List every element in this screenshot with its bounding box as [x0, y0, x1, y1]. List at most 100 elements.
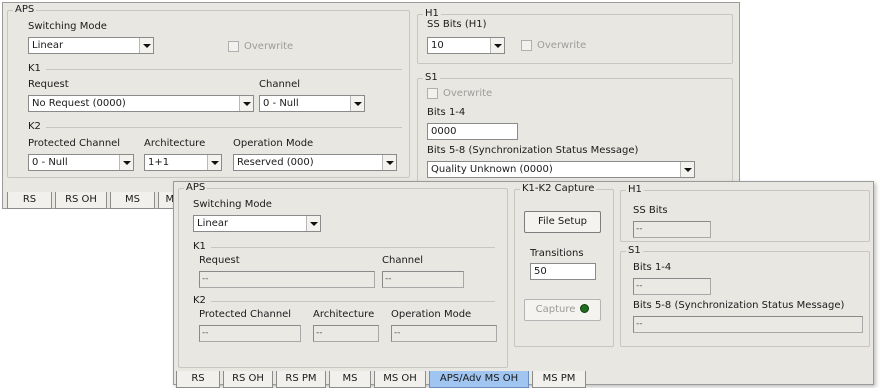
tab-ms-oh[interactable]: MS OH [374, 371, 426, 388]
architecture-select[interactable]: 1+1 [144, 154, 222, 171]
overwrite-checkbox[interactable] [521, 40, 532, 51]
front-tab-strip: RS RS OH RS PM MS MS OH APS/Adv MS OH MS… [176, 371, 596, 388]
switching-mode-select[interactable]: Linear [28, 37, 154, 54]
channel-field: -- [382, 271, 464, 288]
k1-k2-capture-group: K1-K2 Capture File Setup Transitions 50 … [514, 183, 614, 347]
switching-mode-value: Linear [197, 218, 229, 229]
channel-value: 0 - Null [263, 98, 299, 109]
chevron-down-icon[interactable] [490, 38, 504, 53]
chevron-down-icon[interactable] [119, 155, 133, 170]
request-value: -- [202, 274, 209, 284]
capture-label: Capture [535, 304, 576, 315]
channel-select[interactable]: 0 - Null [259, 95, 365, 112]
aps-group: APS Switching Mode Linear K1 Request -- … [178, 182, 508, 368]
architecture-label: Architecture [144, 138, 206, 149]
overwrite-label: Overwrite [443, 88, 493, 99]
architecture-value: -- [316, 328, 323, 338]
tab-rs[interactable]: RS [176, 371, 220, 388]
request-label: Request [28, 79, 69, 90]
overwrite-label: Overwrite [244, 41, 294, 52]
tab-rs-oh[interactable]: RS OH [223, 371, 273, 388]
bits-5-8-select[interactable]: Quality Unknown (0000) [427, 161, 695, 178]
chevron-down-icon[interactable] [680, 162, 694, 177]
k2-label: K2 [28, 121, 41, 132]
chevron-down-icon[interactable] [382, 155, 396, 170]
switching-mode-label: Switching Mode [28, 21, 107, 32]
bits-1-4-label: Bits 1-4 [427, 107, 466, 118]
switching-mode-select[interactable]: Linear [193, 215, 321, 232]
architecture-label: Architecture [313, 309, 375, 320]
transitions-input[interactable]: 50 [530, 263, 596, 280]
bits-5-8-label: Bits 5-8 (Synchronization Status Message… [633, 300, 845, 311]
channel-label: Channel [382, 255, 424, 266]
operation-mode-value: -- [394, 328, 401, 338]
ss-bits-label: SS Bits (H1) [427, 19, 487, 30]
k1-label: K1 [193, 241, 206, 252]
ss-bits-field: -- [633, 221, 711, 238]
bits-1-4-value: -- [636, 281, 643, 291]
switching-mode-label: Switching Mode [193, 199, 272, 210]
chevron-down-icon[interactable] [207, 155, 221, 170]
ss-bits-label: SS Bits [633, 205, 668, 216]
request-select[interactable]: No Request (0000) [28, 95, 254, 112]
overwrite-checkbox[interactable] [427, 88, 438, 99]
overwrite-label: Overwrite [537, 40, 587, 51]
bits-1-4-value: 0000 [431, 126, 457, 137]
k1-divider [46, 69, 402, 70]
k2-divider [46, 127, 402, 128]
ss-bits-value: 10 [431, 40, 444, 51]
chevron-down-icon[interactable] [239, 96, 253, 111]
operation-mode-select[interactable]: Reserved (000) [233, 154, 397, 171]
status-led-icon [580, 304, 590, 313]
chevron-down-icon[interactable] [350, 96, 364, 111]
transitions-value: 50 [534, 266, 547, 277]
h1-group-title: H1 [626, 184, 644, 196]
capture-button[interactable]: Capture [524, 299, 601, 321]
architecture-field: -- [313, 325, 379, 342]
ss-bits-select[interactable]: 10 [427, 37, 505, 54]
channel-value: -- [385, 274, 392, 284]
tab-rs-oh[interactable]: RS OH [55, 192, 107, 209]
tab-rs-pm[interactable]: RS PM [276, 371, 326, 388]
protected-channel-field: -- [199, 325, 301, 342]
ss-bits-value: -- [636, 224, 643, 234]
bits-1-4-field: -- [633, 278, 711, 295]
channel-label: Channel [259, 79, 301, 90]
chevron-down-icon[interactable] [306, 216, 320, 231]
back-tab-strip: RS RS OH MS MS [6, 192, 188, 209]
chevron-down-icon[interactable] [139, 38, 153, 53]
aps-group-title: APS [184, 182, 208, 194]
bits-5-8-value: Quality Unknown (0000) [431, 164, 553, 175]
transitions-label: Transitions [530, 248, 584, 259]
k1-label: K1 [28, 63, 41, 74]
bits-5-8-label: Bits 5-8 (Synchronization Status Message… [427, 145, 639, 156]
aps-group-title: APS [13, 4, 37, 16]
tab-ms-pm[interactable]: MS PM [532, 371, 586, 388]
s1-group-title: S1 [423, 72, 440, 84]
front-window: APS Switching Mode Linear K1 Request -- … [173, 181, 874, 388]
tab-aps-adv-ms-oh[interactable]: APS/Adv MS OH [429, 371, 529, 388]
protected-channel-label: Protected Channel [28, 138, 121, 149]
k2-divider [211, 301, 495, 302]
overwrite-checkbox[interactable] [228, 41, 239, 52]
aps-group: APS Switching Mode Linear Overwrite K1 R… [7, 4, 410, 178]
file-setup-button[interactable]: File Setup [524, 211, 601, 233]
bits-1-4-label: Bits 1-4 [633, 262, 672, 273]
request-value: No Request (0000) [32, 98, 126, 109]
s1-group-title: S1 [626, 245, 643, 257]
s1-group: S1 Bits 1-4 -- Bits 5-8 (Synchronization… [620, 245, 870, 347]
bits-1-4-input[interactable]: 0000 [427, 123, 518, 140]
operation-mode-label: Operation Mode [391, 309, 472, 320]
tab-rs[interactable]: RS [7, 192, 52, 209]
bits-5-8-field: -- [633, 316, 863, 333]
protected-channel-select[interactable]: 0 - Null [28, 154, 134, 171]
tab-ms[interactable]: MS [329, 371, 371, 388]
request-label: Request [199, 255, 240, 266]
switching-mode-value: Linear [32, 40, 64, 51]
h1-group: H1 SS Bits -- [620, 184, 870, 242]
h1-group: H1 SS Bits (H1) 10 Overwrite [417, 8, 733, 64]
tab-ms[interactable]: MS [110, 192, 155, 209]
operation-mode-field: -- [391, 325, 497, 342]
bits-5-8-value: -- [636, 319, 643, 329]
architecture-value: 1+1 [148, 157, 170, 168]
